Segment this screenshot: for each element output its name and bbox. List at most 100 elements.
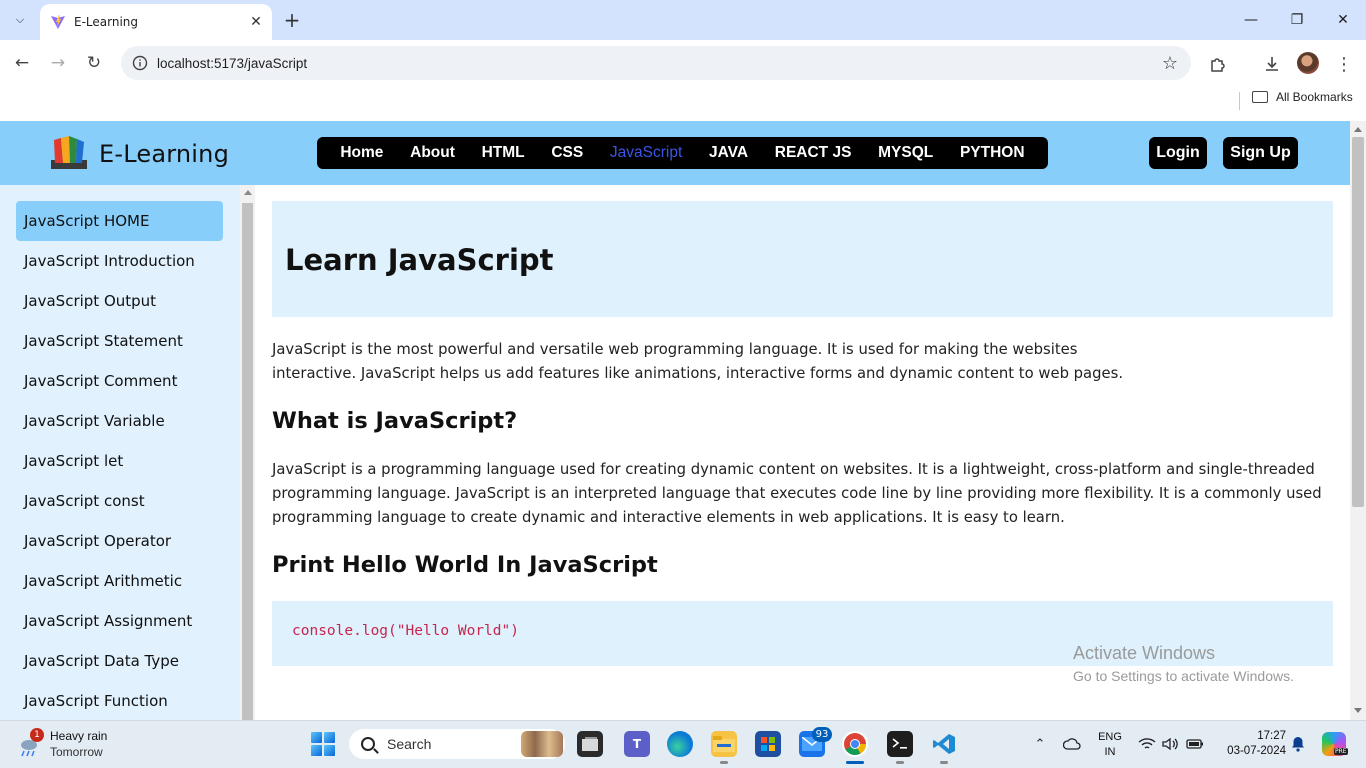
mail-unread-badge: 93 (812, 727, 832, 742)
forward-arrow-icon[interactable]: → (45, 50, 71, 76)
url-text: localhost:5173/javaScript (157, 55, 308, 71)
sidebar-scroll-up-icon[interactable] (244, 190, 252, 195)
tab-close-icon[interactable]: ✕ (246, 12, 266, 32)
windows-start-icon[interactable] (311, 732, 335, 756)
system-clock[interactable]: 17:27 03-07-2024 (1218, 729, 1286, 759)
search-icon (361, 737, 375, 751)
file-explorer-running-indicator (720, 761, 728, 764)
nav-css[interactable]: CSS (551, 144, 583, 162)
vite-favicon-icon (51, 15, 65, 29)
nav-about[interactable]: About (410, 144, 455, 162)
chrome-active-indicator (846, 761, 864, 764)
volume-icon[interactable] (1162, 735, 1180, 753)
site-info-icon[interactable] (129, 52, 151, 74)
notification-bell-icon[interactable] (1290, 736, 1306, 752)
sidebar-item-javascript-const[interactable]: JavaScript const (16, 481, 223, 521)
reload-icon[interactable]: ↻ (81, 50, 107, 76)
page-title: Learn JavaScript (285, 243, 554, 277)
vscode-running-indicator (940, 761, 948, 764)
sidebar-item-javascript-introduction[interactable]: JavaScript Introduction (16, 241, 223, 281)
sidebar-item-javascript-data-type[interactable]: JavaScript Data Type (16, 641, 223, 681)
bookmarks-bar (0, 86, 1366, 120)
new-tab-plus-icon[interactable]: + (280, 8, 304, 32)
activate-windows-title: Activate Windows (1073, 643, 1216, 663)
browser-toolbar: ← → ↻ localhost:5173/javaScript ☆ ⋮ (0, 40, 1366, 86)
sidebar-item-javascript-let[interactable]: JavaScript let (16, 441, 223, 481)
sidebar-item-javascript-comment[interactable]: JavaScript Comment (16, 361, 223, 401)
copilot-pre-badge: PRE (1334, 748, 1348, 755)
sidebar-item-javascript-operator[interactable]: JavaScript Operator (16, 521, 223, 561)
browser-tab[interactable]: E-Learning ✕ (40, 4, 272, 40)
terminal-running-indicator (896, 761, 904, 764)
address-bar[interactable]: localhost:5173/javaScript ☆ (121, 46, 1191, 80)
sidebar-item-javascript-output[interactable]: JavaScript Output (16, 281, 223, 321)
login-button[interactable]: Login (1149, 137, 1207, 169)
sidebar-item-javascript-home[interactable]: JavaScript HOME (16, 201, 223, 241)
tab-title: E-Learning (74, 15, 139, 29)
minimize-icon[interactable]: — (1228, 6, 1274, 34)
show-hidden-icons-chevron-icon[interactable]: ⌃ (1031, 735, 1049, 753)
wifi-icon[interactable] (1138, 735, 1156, 753)
main-navigation: Home About HTML CSS JavaScript JAVA REAC… (317, 137, 1048, 169)
page-scrollbar-thumb[interactable] (1352, 137, 1364, 507)
task-view-icon[interactable] (577, 731, 603, 757)
nav-react-js[interactable]: REACT JS (775, 144, 852, 162)
profile-avatar[interactable] (1297, 52, 1319, 74)
intro-line-1: JavaScript is the most powerful and vers… (272, 341, 1078, 358)
terminal-icon[interactable] (887, 731, 913, 757)
nav-java[interactable]: JAVA (709, 144, 748, 162)
bookmark-star-icon[interactable]: ☆ (1155, 53, 1185, 74)
page-scroll-down-icon[interactable] (1354, 708, 1362, 713)
restore-icon[interactable]: ❐ (1274, 6, 1320, 34)
bookmarks-divider (1239, 92, 1240, 110)
sidebar-item-javascript-function[interactable]: JavaScript Function (16, 681, 223, 720)
back-arrow-icon[interactable]: ← (9, 50, 35, 76)
nav-python[interactable]: PYTHON (960, 144, 1025, 162)
region-code: IN (1104, 746, 1116, 758)
what-is-javascript-heading: What is JavaScript? (272, 408, 518, 434)
activate-windows-subtitle: Go to Settings to activate Windows. (1073, 668, 1294, 684)
teams-icon[interactable]: T (624, 731, 650, 757)
nav-home[interactable]: Home (340, 144, 383, 162)
sidebar-item-javascript-statement[interactable]: JavaScript Statement (16, 321, 223, 361)
sidebar-item-javascript-arithmetic[interactable]: JavaScript Arithmetic (16, 561, 223, 601)
vscode-icon[interactable] (931, 731, 957, 757)
window-close-icon[interactable]: ✕ (1320, 6, 1366, 34)
what-line-2: programming language. JavaScript is an i… (272, 485, 1322, 502)
what-line-1: JavaScript is a programming language use… (272, 461, 1315, 478)
page-hero: Learn JavaScript (272, 201, 1333, 317)
search-highlight-image (521, 731, 563, 757)
weather-widget[interactable]: 1 Heavy rain Tomorrow (18, 728, 118, 762)
all-bookmarks-label: All Bookmarks (1276, 90, 1353, 104)
signup-button[interactable]: Sign Up (1223, 137, 1298, 169)
clock-date: 03-07-2024 (1227, 745, 1286, 757)
sidebar: JavaScript HOME JavaScript Introduction … (0, 185, 240, 720)
microsoft-store-icon[interactable] (755, 731, 781, 757)
what-line-3: programming language to create dynamic a… (272, 509, 1065, 526)
tab-search-chevron-icon[interactable]: ⌵ (8, 8, 32, 32)
chrome-icon[interactable] (842, 731, 868, 757)
sidebar-item-javascript-assignment[interactable]: JavaScript Assignment (16, 601, 223, 641)
folder-icon (1252, 91, 1268, 103)
download-icon[interactable] (1260, 52, 1284, 76)
sidebar-item-javascript-variable[interactable]: JavaScript Variable (16, 401, 223, 441)
what-is-paragraph: JavaScript is a programming language use… (272, 458, 1322, 530)
page-scroll-up-icon[interactable] (1354, 127, 1362, 132)
file-explorer-icon[interactable] (711, 731, 737, 757)
brand-name[interactable]: E-Learning (99, 140, 229, 168)
nav-html[interactable]: HTML (482, 144, 525, 162)
battery-icon[interactable] (1186, 735, 1204, 753)
nav-javascript[interactable]: JavaScript (610, 144, 682, 162)
extensions-puzzle-icon[interactable] (1206, 52, 1230, 76)
intro-line-2: interactive. JavaScript helps us add fea… (272, 365, 1124, 382)
nav-mysql[interactable]: MYSQL (878, 144, 933, 162)
onedrive-sync-icon[interactable] (1063, 735, 1081, 753)
intro-paragraph: JavaScript is the most powerful and vers… (272, 338, 1123, 386)
chrome-menu-kebab-icon[interactable]: ⋮ (1332, 52, 1356, 76)
edge-browser-icon[interactable] (667, 731, 693, 757)
all-bookmarks-button[interactable]: All Bookmarks (1252, 90, 1353, 104)
books-logo-icon (51, 136, 87, 169)
language-indicator[interactable]: ENG IN (1097, 730, 1123, 760)
print-hello-world-heading: Print Hello World In JavaScript (272, 552, 658, 578)
sidebar-scrollbar-thumb[interactable] (242, 203, 253, 720)
